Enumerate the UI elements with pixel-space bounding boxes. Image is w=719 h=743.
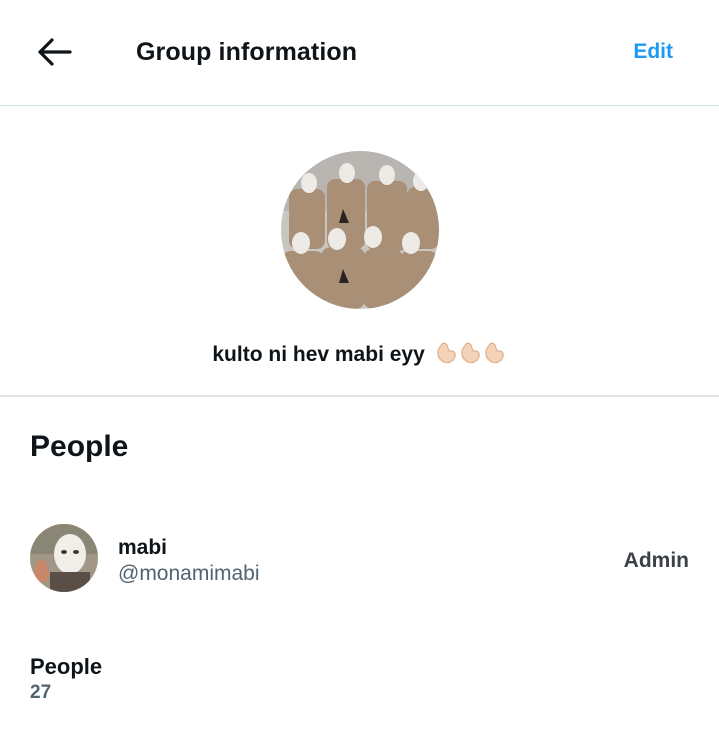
call-me-hand-icon [436, 342, 456, 364]
member-handle: @monamimabi [118, 562, 260, 585]
arrow-left-icon [36, 37, 72, 72]
group-name-text: kulto ni hev mabi eyy [212, 343, 425, 366]
member-name: mabi [118, 536, 168, 559]
call-me-hand-icon [460, 342, 480, 364]
page-title: Group information [136, 38, 358, 66]
member-row[interactable]: mabi @monamimabi Admin [0, 518, 719, 602]
people-count-value: 27 [30, 682, 52, 703]
people-heading: People [30, 430, 129, 463]
member-role-badge: Admin [623, 549, 689, 572]
group-name: kulto ni hev mabi eyy [0, 341, 719, 371]
back-button[interactable] [30, 30, 78, 78]
group-avatar[interactable] [281, 151, 439, 309]
edit-button[interactable]: Edit [633, 40, 673, 64]
people-count-label: People [30, 654, 103, 679]
group-info-section: kulto ni hev mabi eyy [0, 107, 719, 397]
call-me-hand-icon [484, 342, 504, 364]
avatar[interactable] [30, 524, 98, 592]
group-information-screen: Group information Edit kulto ni hev mabi… [0, 0, 719, 743]
top-app-bar: Group information Edit [0, 0, 719, 106]
people-count[interactable]: People 27 [30, 654, 102, 704]
